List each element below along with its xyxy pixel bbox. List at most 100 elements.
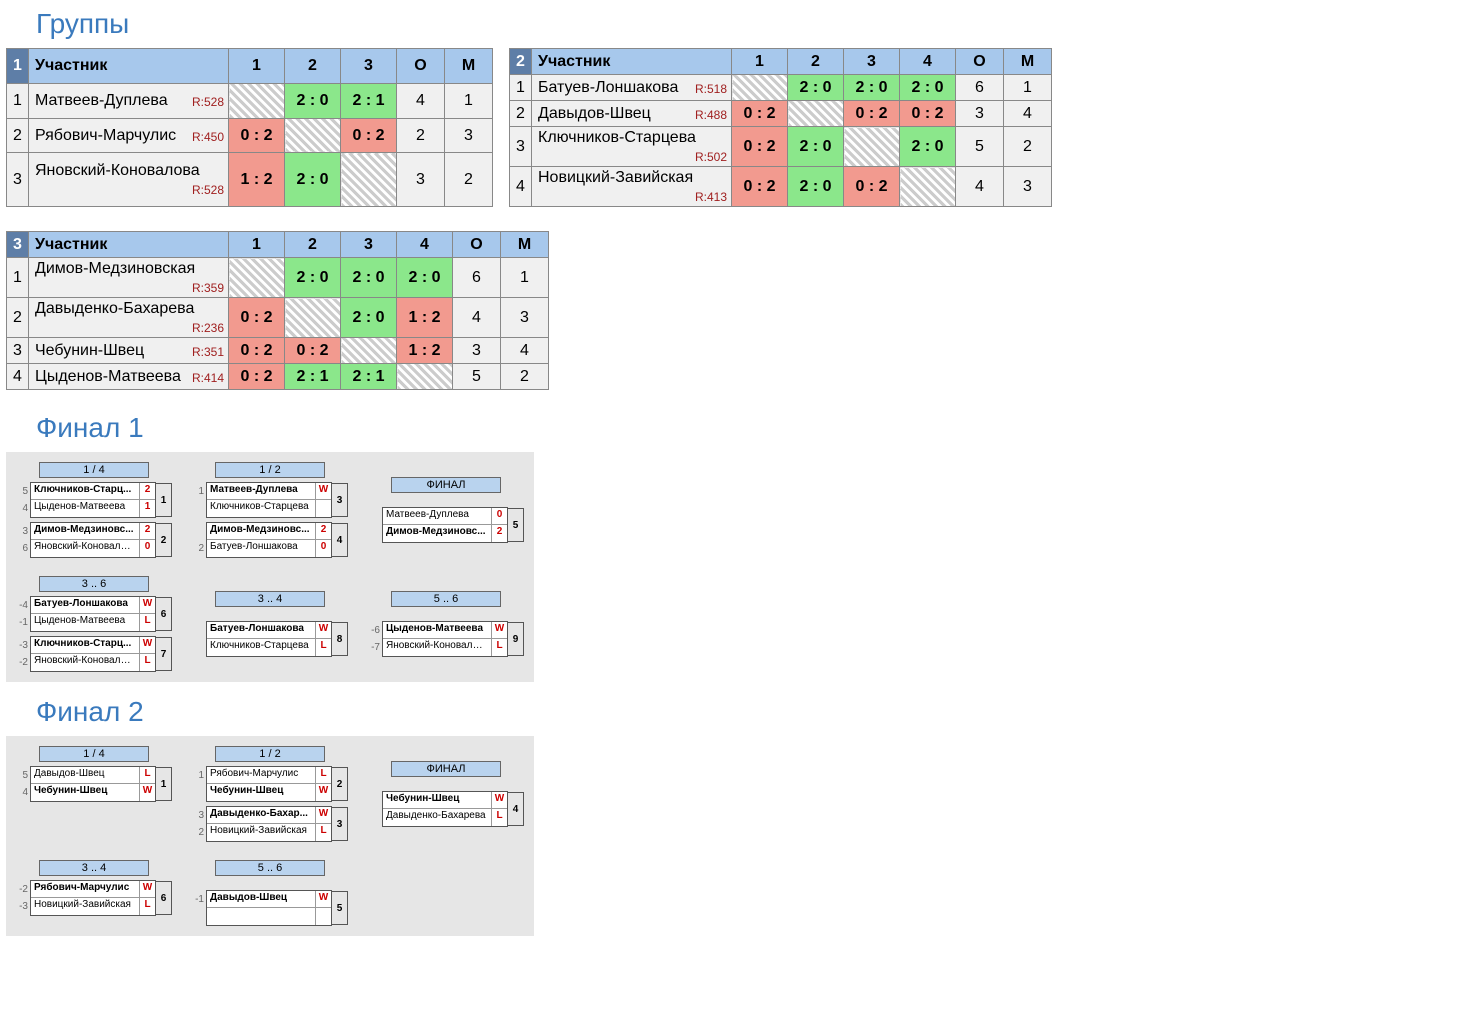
seed: -2 [16,654,30,671]
place: 2 [1004,127,1052,167]
player-name: Матвеев-Дуплева [207,483,315,499]
seed [192,639,206,656]
cell-score: 0 : 2 [732,167,788,207]
player-score [315,908,331,925]
group-number: 2 [510,49,532,75]
match-number: 2 [332,767,348,801]
player-score: L [139,767,155,783]
match-row: Рябович-МарчулисL [207,767,331,784]
seed: 4 [16,500,30,517]
seed: -4 [16,597,30,614]
match-number: 6 [156,881,172,915]
seed: -6 [368,622,382,639]
final2-title: Финал 2 [36,696,1474,728]
player-score: 2 [491,525,507,542]
hdr-participant: Участник [29,232,229,258]
player-name: Батуев-Лоншакова [207,540,315,557]
seed: -1 [192,891,206,908]
cell-score: 2 : 0 [285,83,341,118]
player-score: L [139,614,155,631]
match-number: 9 [508,622,524,656]
cell-diag [229,258,285,298]
cell-diag [397,364,453,390]
groups-container: 1Участник123ОМ1Матвеев-ДуплеваR:5282 : 0… [0,48,1474,404]
player-name: Димов-Медзиновс... [31,523,139,539]
row-num: 3 [7,338,29,364]
cell-diag [788,101,844,127]
hdr-col: 3 [341,232,397,258]
row-num: 1 [510,75,532,101]
match-row: Рябович-МарчулисW [31,881,155,898]
player-score: W [139,597,155,613]
cell-diag [285,118,341,153]
player-name: Чебунин-Швец [207,784,315,801]
rating: R:528 [192,95,224,109]
group-row: 4Цыденов-МатвееваR:4140 : 22 : 12 : 152 [7,364,549,390]
points: 4 [397,83,445,118]
match-row: Давыдов-ШвецL [31,767,155,784]
bracket-column: 3 .. 4-2-3Рябович-МарчулисWНовицкий-Зави… [16,860,172,926]
player-score: W [315,891,331,907]
group-table-3: 3Участник1234ОМ1Димов-МедзиновскаяR:3592… [6,231,549,390]
participant-name: Давыдов-ШвецR:488 [532,101,732,127]
seed: 3 [16,523,30,540]
rating: R:450 [192,130,224,144]
player-score: W [315,807,331,823]
cell-score: 0 : 2 [341,118,397,153]
player-name [207,908,315,925]
match-number: 3 [332,807,348,841]
cell-score: 0 : 2 [229,298,285,338]
match-number: 2 [156,523,172,557]
match-row: Димов-Медзиновс...2 [383,525,507,542]
cell-score: 2 : 1 [285,364,341,390]
hdr-place: М [501,232,549,258]
player-score: 2 [139,523,155,539]
hdr-col: 2 [788,49,844,75]
hdr-place: М [445,49,493,84]
match-number: 6 [156,597,172,631]
hdr-col: 3 [844,49,900,75]
points: 6 [453,258,501,298]
row-num: 4 [7,364,29,390]
match: 1Матвеев-ДуплеваWКлючников-Старцева3 [192,482,348,518]
match-number: 8 [332,622,348,656]
groups-title: Группы [36,8,1474,40]
player-name: Рябович-Марчулис [31,881,139,897]
player-name: Давыденко-Бахар... [207,807,315,823]
place: 4 [1004,101,1052,127]
match-row: Давыденко-БахареваL [383,809,507,826]
cell-score: 2 : 0 [900,127,956,167]
rating: R:236 [192,321,224,335]
seed [368,525,382,542]
points: 6 [956,75,1004,101]
row-num: 1 [7,83,29,118]
match-row: Батуев-Лоншакова0 [207,540,331,557]
cell-diag [900,167,956,207]
cell-score: 2 : 0 [285,258,341,298]
seed: 5 [16,767,30,784]
final1-title: Финал 1 [36,412,1474,444]
match-number: 3 [332,483,348,517]
place: 4 [501,338,549,364]
cell-score: 1 : 2 [229,153,285,207]
bracket-column: ФИНАЛМатвеев-Дуплева0Димов-Медзиновс...2… [368,462,524,558]
seed [192,523,206,540]
round-label: 5 .. 6 [391,591,501,607]
bracket-column: 1 / 2 1Матвеев-ДуплеваWКлючников-Старцева… [192,462,348,558]
player-score: 0 [139,540,155,557]
round-label: 1 / 2 [215,462,325,478]
place: 1 [1004,75,1052,101]
group-row: 1Матвеев-ДуплеваR:5282 : 02 : 141 [7,83,493,118]
match-row: Ключников-Старц...W [31,637,155,654]
round-label: 3 .. 6 [39,576,149,592]
seed: 5 [16,483,30,500]
player-score: W [139,637,155,653]
cell-score: 2 : 1 [341,364,397,390]
seed: -2 [16,881,30,898]
group-row: 2Давыдов-ШвецR:4880 : 20 : 20 : 234 [510,101,1052,127]
group-row: 2Давыденко-БахареваR:2360 : 22 : 01 : 24… [7,298,549,338]
points: 4 [453,298,501,338]
match-number: 7 [156,637,172,671]
hdr-col: 3 [341,49,397,84]
row-num: 3 [7,153,29,207]
